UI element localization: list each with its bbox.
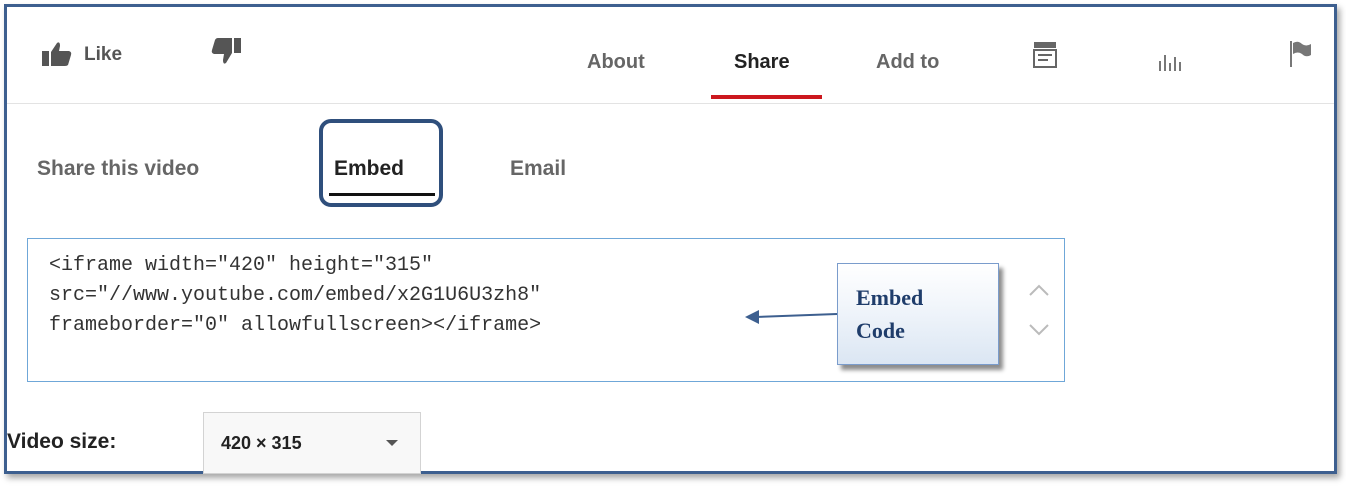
scroll-up-icon[interactable] (1028, 283, 1050, 302)
callout-line-2: Code (856, 318, 905, 343)
transcript-icon[interactable] (1033, 41, 1057, 74)
video-size-select[interactable]: 420 × 315 (203, 412, 421, 474)
callout-arrow (745, 310, 838, 324)
embed-code-callout: Embed Code (837, 263, 999, 365)
flag-icon[interactable] (1290, 41, 1312, 72)
callout-line-1: Embed (856, 285, 924, 310)
video-size-label: Video size: (7, 430, 117, 453)
chevron-down-icon (386, 440, 398, 446)
scroll-down-icon[interactable] (1028, 323, 1050, 342)
share-panel: Like About Share Add to Share this video… (4, 4, 1337, 474)
tab-add-to[interactable]: Add to (876, 51, 939, 74)
statistics-icon[interactable] (1159, 51, 1183, 76)
video-size-value: 420 × 315 (221, 433, 302, 453)
